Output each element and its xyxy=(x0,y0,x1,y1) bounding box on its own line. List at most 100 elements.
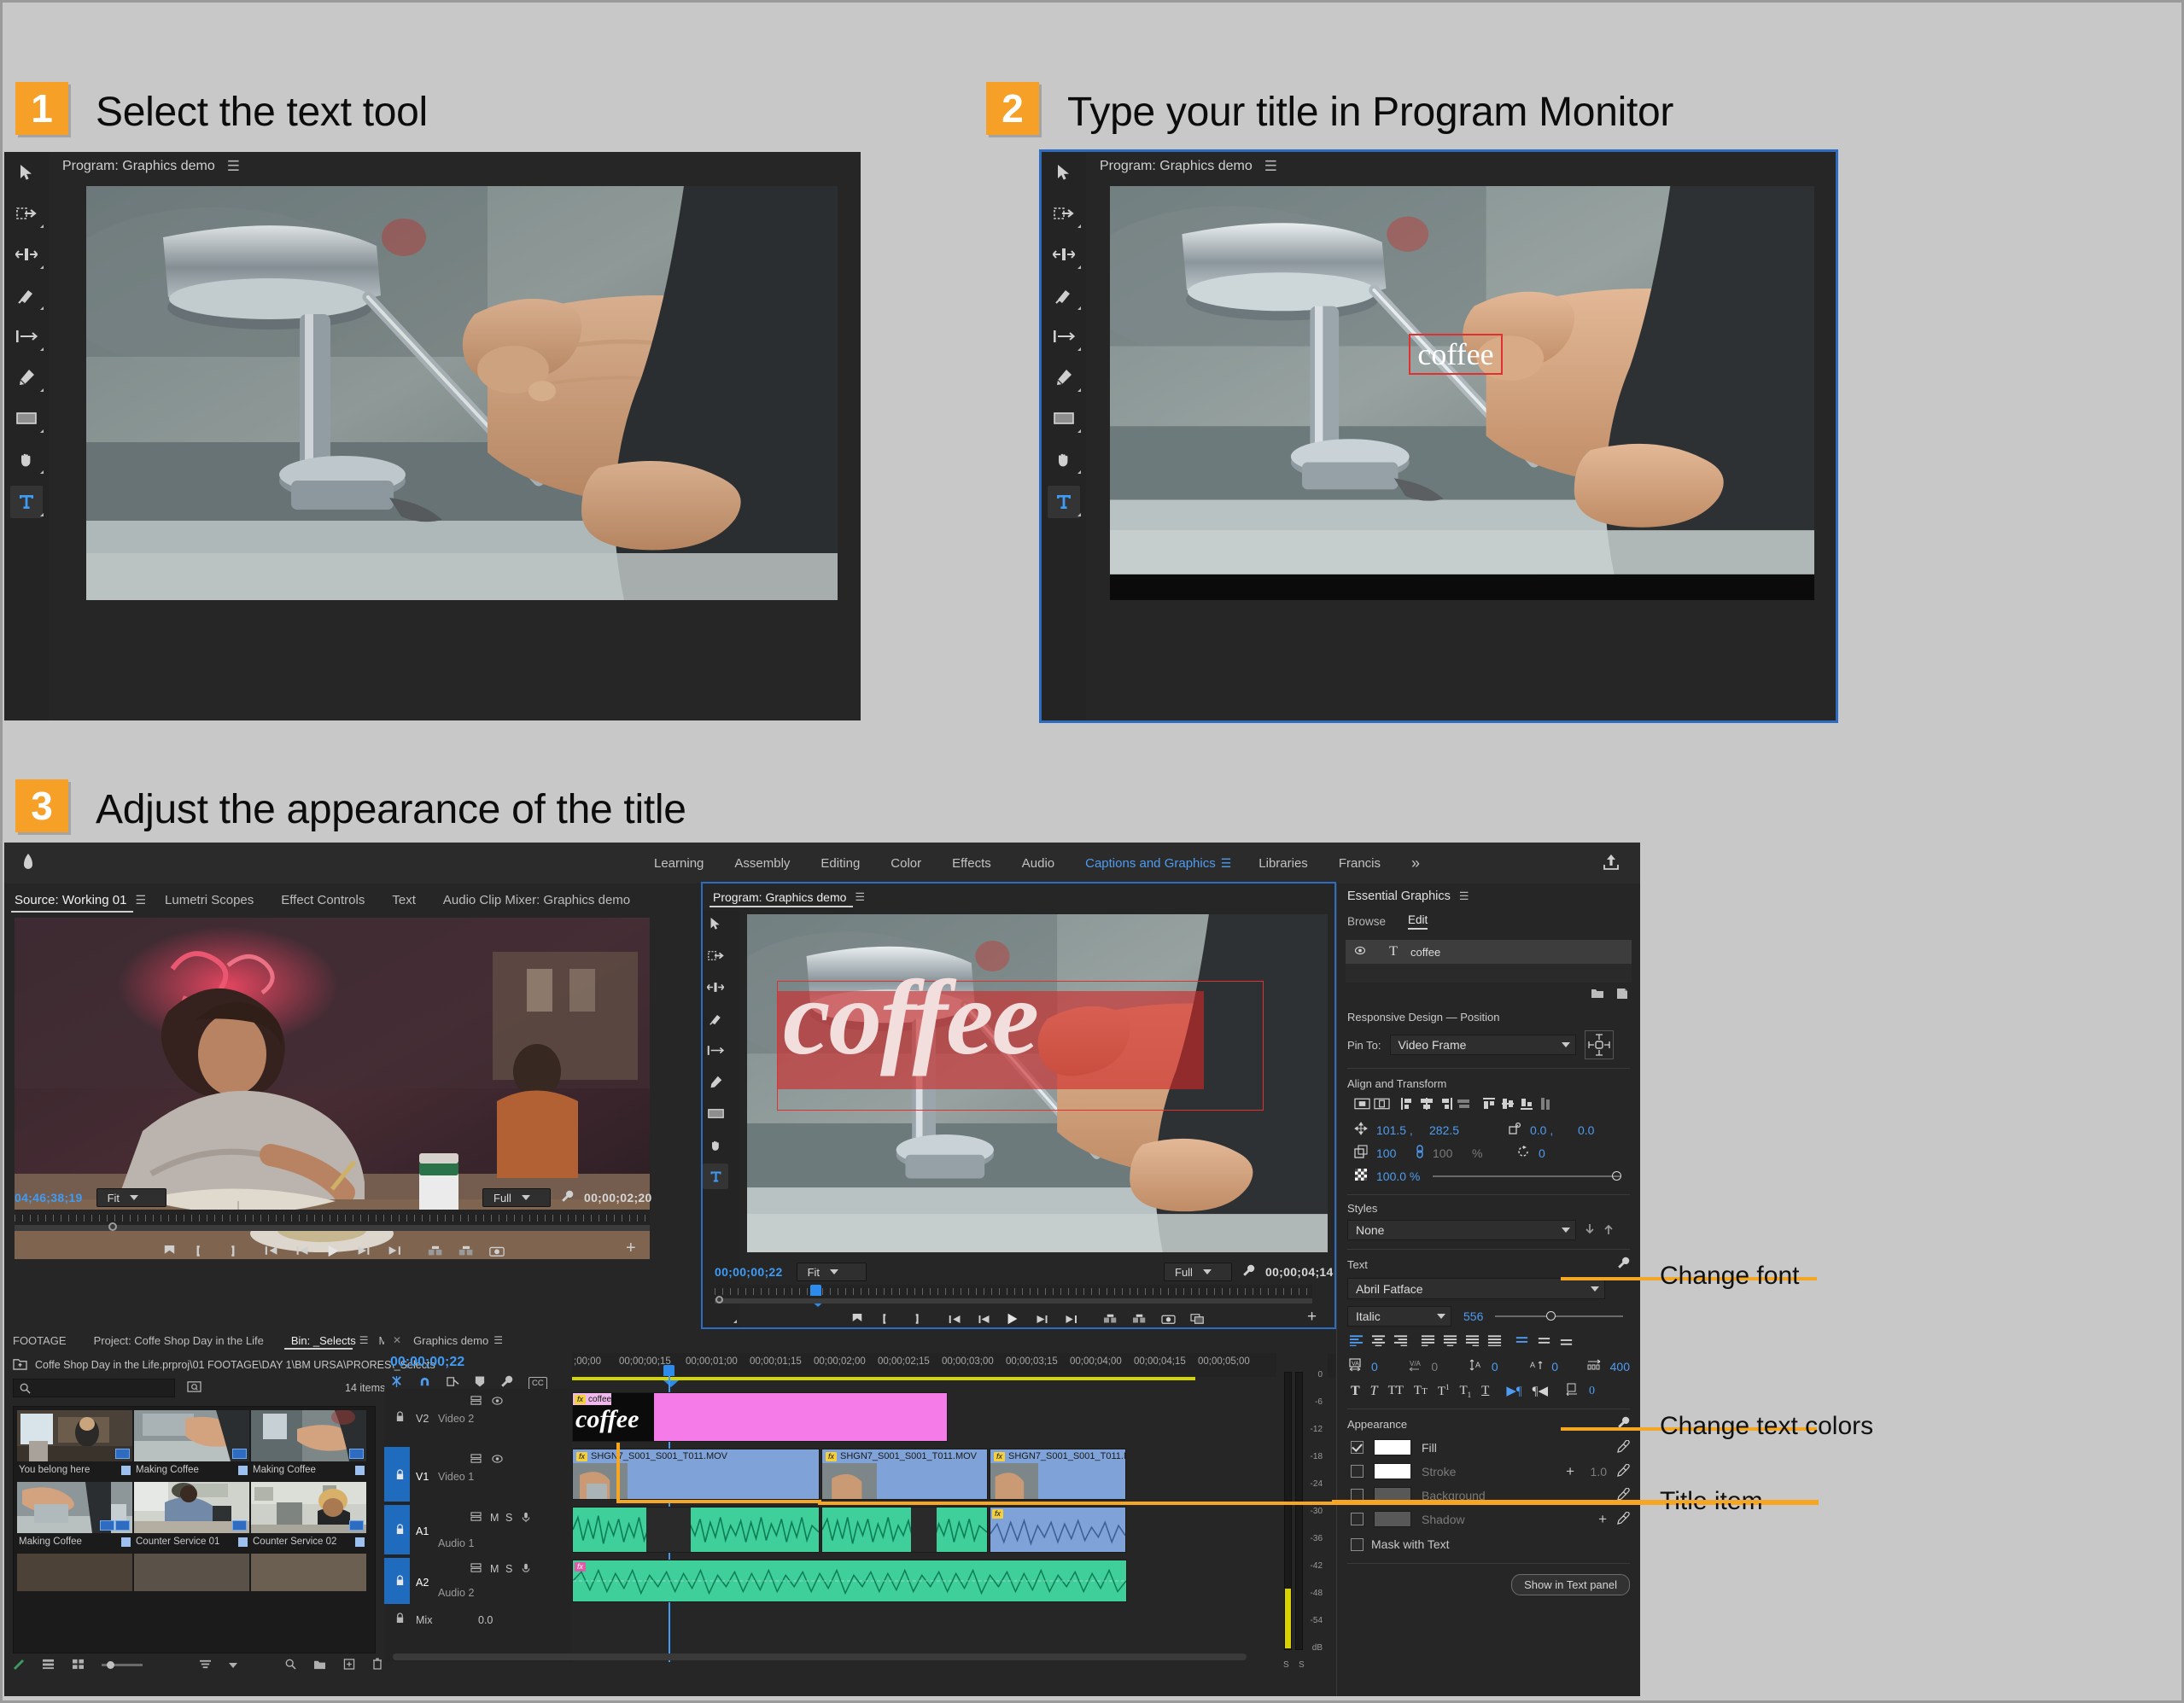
selection-tool[interactable] xyxy=(1042,152,1086,193)
workspace-tab-libraries[interactable]: Libraries xyxy=(1243,856,1323,871)
kerning-value[interactable]: 0 xyxy=(1431,1360,1451,1373)
program-button-editor-plus-3[interactable]: + xyxy=(1307,1309,1317,1325)
lift-icon[interactable] xyxy=(1095,1307,1124,1331)
captions-icon[interactable]: CC xyxy=(528,1376,547,1390)
close-icon[interactable]: ✕ xyxy=(384,1334,408,1346)
stroke-checkbox[interactable] xyxy=(1351,1465,1364,1478)
tracking-value[interactable]: 0 xyxy=(1371,1360,1392,1373)
tab-project-coffee-shop[interactable]: Project: Coffe Shop Day in the Life xyxy=(80,1327,277,1353)
new-item-icon[interactable] xyxy=(343,1658,355,1672)
settings-wrench-icon[interactable] xyxy=(561,1190,574,1205)
panel-menu-icon[interactable]: ☰ xyxy=(493,1334,503,1346)
program-resolution-select[interactable]: Full xyxy=(1164,1263,1232,1281)
shadow-checkbox[interactable] xyxy=(1351,1513,1364,1525)
rectangle-tool[interactable] xyxy=(4,398,49,439)
timeline-playhead[interactable] xyxy=(663,1365,679,1387)
add-stroke-icon[interactable]: + xyxy=(1566,1464,1574,1478)
shadow-eyedropper-icon[interactable] xyxy=(1617,1511,1630,1527)
sync-lock-icon[interactable] xyxy=(470,1396,482,1408)
go-to-in-icon[interactable] xyxy=(256,1238,287,1263)
export-frame-icon[interactable] xyxy=(1153,1307,1183,1331)
align-left-icon[interactable] xyxy=(1400,1097,1416,1113)
workspace-tab-francis[interactable]: Francis xyxy=(1323,856,1396,871)
track-visibility-eye-icon[interactable] xyxy=(492,1454,503,1467)
panel-menu-icon[interactable]: ☰ xyxy=(1459,889,1469,903)
track-id-a2[interactable]: A2 xyxy=(416,1577,429,1589)
align-right-icon[interactable] xyxy=(1438,1097,1453,1113)
push-style-down-icon[interactable] xyxy=(1585,1223,1595,1238)
program-monitor-video-2[interactable]: coffee xyxy=(1110,186,1814,600)
workspace-tab-effects[interactable]: Effects xyxy=(937,856,1007,871)
track-solo-button[interactable]: S xyxy=(505,1512,512,1524)
pin-to-select[interactable]: Video Frame xyxy=(1389,1035,1576,1055)
align-top-icon[interactable] xyxy=(1482,1097,1498,1113)
track-solo-button[interactable]: S xyxy=(505,1563,512,1575)
audio-clip[interactable] xyxy=(821,1507,988,1553)
mix-level-value[interactable]: 0.0 xyxy=(478,1614,493,1626)
go-to-out-icon[interactable] xyxy=(379,1238,410,1263)
sync-lock-icon[interactable] xyxy=(470,1454,482,1467)
font-size-slider[interactable] xyxy=(1495,1311,1623,1321)
program-playhead-timecode[interactable]: 00;00;00;22 xyxy=(715,1265,783,1279)
ripple-edit-tool[interactable] xyxy=(1042,234,1086,275)
mask-with-text-checkbox[interactable] xyxy=(1351,1537,1364,1551)
track-select-forward-tool[interactable] xyxy=(4,193,49,234)
faux-italic-icon[interactable]: T xyxy=(1370,1384,1378,1399)
stroke-eyedropper-icon[interactable] xyxy=(1617,1463,1630,1479)
hand-tool[interactable] xyxy=(1042,439,1086,480)
export-share-icon[interactable] xyxy=(1603,854,1620,873)
font-family-select[interactable]: Abril Fatface xyxy=(1347,1278,1605,1299)
slip-tool[interactable] xyxy=(4,316,49,357)
chevron-down-icon[interactable] xyxy=(229,1662,237,1668)
go-to-in-icon[interactable] xyxy=(940,1307,969,1331)
icon-view-icon[interactable] xyxy=(72,1659,85,1672)
baseline-shift-value[interactable]: 0 xyxy=(1551,1360,1572,1373)
track-lock-icon[interactable] xyxy=(395,1613,405,1626)
hand-tool[interactable] xyxy=(4,439,49,480)
distribute-horizontal-icon[interactable] xyxy=(1457,1097,1472,1113)
audio-clip[interactable]: fx xyxy=(990,1507,1126,1553)
distribute-vertical-icon[interactable] xyxy=(1539,1097,1550,1113)
panel-menu-icon[interactable]: ☰ xyxy=(359,1334,369,1346)
meter-solo-label[interactable]: S xyxy=(1299,1660,1305,1670)
sync-lock-icon[interactable] xyxy=(470,1512,482,1525)
align-horizontal-center-video-icon[interactable] xyxy=(1354,1097,1370,1113)
anchor-y-value[interactable]: 0.0 xyxy=(1578,1123,1617,1137)
search-field[interactable] xyxy=(35,1381,163,1395)
shadow-color-swatch[interactable] xyxy=(1374,1511,1411,1527)
source-button-editor-plus[interactable]: + xyxy=(626,1239,636,1257)
align-middle-icon[interactable] xyxy=(1501,1097,1516,1113)
text-settings-wrench-icon[interactable] xyxy=(1617,1257,1630,1272)
go-to-out-icon[interactable] xyxy=(1056,1307,1085,1331)
workspace-tab-audio[interactable]: Audio xyxy=(1007,856,1070,871)
step-forward-icon[interactable] xyxy=(1027,1307,1056,1331)
list-view-icon[interactable] xyxy=(42,1659,55,1672)
list-item[interactable]: You belong here xyxy=(17,1410,132,1475)
ltr-direction-icon[interactable]: ▶¶ xyxy=(1506,1383,1521,1399)
mark-out-icon[interactable] xyxy=(215,1238,246,1263)
tab-lumetri-scopes[interactable]: Lumetri Scopes xyxy=(151,884,267,916)
razor-tool[interactable] xyxy=(4,275,49,316)
audio-clip[interactable]: fx xyxy=(572,1560,1127,1602)
tab-bin-selects[interactable]: Bin: _Selects xyxy=(277,1327,359,1353)
track-lock-icon[interactable] xyxy=(395,1469,405,1483)
superscript-icon[interactable]: T1 xyxy=(1438,1383,1450,1399)
slip-tool[interactable] xyxy=(703,1037,740,1069)
thumbnail[interactable] xyxy=(251,1554,366,1591)
add-marker-icon[interactable] xyxy=(154,1238,184,1263)
settings-wrench-icon[interactable] xyxy=(1242,1264,1255,1280)
font-style-select[interactable]: Italic xyxy=(1347,1306,1451,1327)
list-item[interactable]: Making Coffee xyxy=(17,1482,132,1547)
source-playhead-timecode[interactable]: 04;46;38;19 xyxy=(15,1191,83,1204)
insert-icon[interactable] xyxy=(420,1238,451,1263)
delete-icon[interactable] xyxy=(372,1658,382,1672)
source-work-area[interactable] xyxy=(15,1222,650,1231)
workspace-menu-icon[interactable]: ☰ xyxy=(1221,856,1244,871)
program-monitor-video-1[interactable] xyxy=(86,186,838,600)
play-button[interactable] xyxy=(998,1307,1027,1331)
step-back-icon[interactable] xyxy=(287,1238,318,1263)
link-scale-icon[interactable] xyxy=(1416,1145,1424,1161)
selection-tool[interactable] xyxy=(4,152,49,193)
track-select-forward-tool[interactable] xyxy=(703,942,740,974)
parent-folder-icon[interactable] xyxy=(13,1357,27,1373)
